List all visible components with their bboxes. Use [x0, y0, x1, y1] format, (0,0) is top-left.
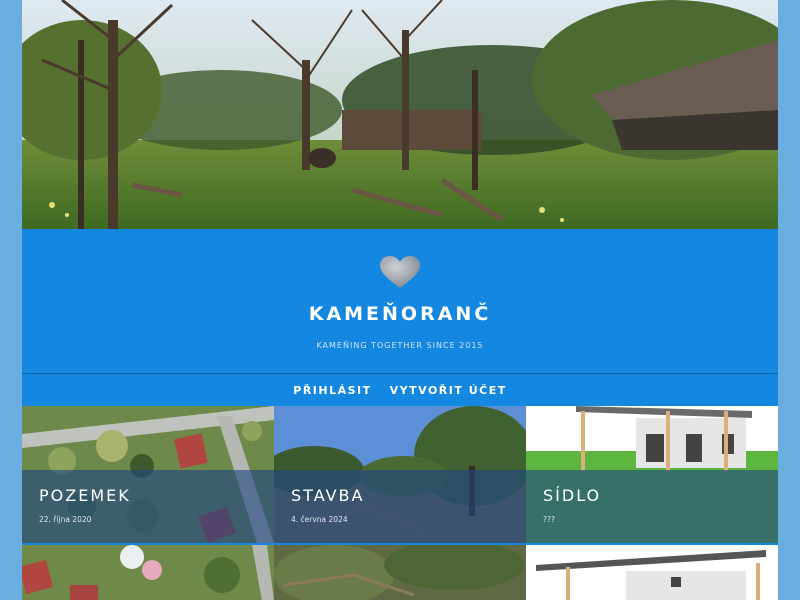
post-grid: POZEMEK 22. října 2020 STAVBA 4. června … — [22, 406, 778, 600]
login-link[interactable]: PŘIHLÁSIT — [293, 384, 371, 397]
post-date: 22. října 2020 — [39, 515, 92, 524]
post-card[interactable] — [22, 545, 274, 600]
post-image — [274, 545, 526, 600]
card-overlay — [22, 470, 274, 543]
post-card[interactable] — [274, 545, 526, 600]
page: KAMEŇORANČ KAMEŇING TOGETHER SINCE 2015 … — [22, 0, 778, 600]
post-image — [22, 545, 274, 600]
post-card-pozemek[interactable]: POZEMEK 22. října 2020 — [22, 406, 274, 543]
post-date: ??? — [543, 515, 555, 524]
post-title[interactable]: POZEMEK — [39, 486, 131, 505]
card-overlay — [526, 470, 778, 543]
site-tagline: KAMEŇING TOGETHER SINCE 2015 — [316, 341, 484, 350]
site-title[interactable]: KAMEŇORANČ — [22, 303, 778, 325]
stone-heart-icon[interactable] — [378, 255, 422, 289]
card-overlay — [274, 470, 526, 543]
hero-image — [22, 0, 778, 229]
post-card[interactable] — [526, 545, 778, 600]
post-title[interactable]: SÍDLO — [543, 486, 601, 505]
post-card-sidlo[interactable]: SÍDLO ??? — [526, 406, 778, 543]
main-nav: PŘIHLÁSIT VYTVOŘIT ÚČET — [22, 373, 778, 406]
post-title[interactable]: STAVBA — [291, 486, 364, 505]
register-link[interactable]: VYTVOŘIT ÚČET — [390, 384, 507, 397]
post-image — [526, 545, 778, 600]
brand-header: KAMEŇORANČ KAMEŇING TOGETHER SINCE 2015 — [22, 229, 778, 373]
post-card-stavba[interactable]: STAVBA 4. června 2024 — [274, 406, 526, 543]
post-date: 4. června 2024 — [291, 515, 348, 524]
